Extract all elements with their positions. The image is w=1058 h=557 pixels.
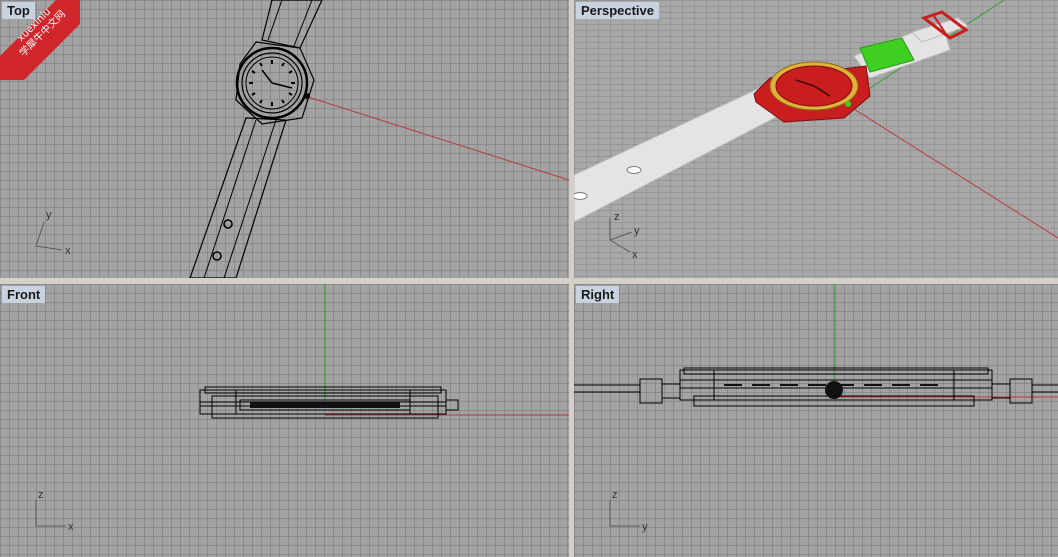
top-wireframe: y x bbox=[35, 0, 569, 278]
crown bbox=[825, 381, 843, 399]
hour-hand bbox=[261, 69, 273, 84]
axis-icon bbox=[609, 500, 640, 527]
axis-icon bbox=[609, 218, 633, 253]
axis-label-x: x bbox=[65, 245, 71, 257]
crown bbox=[304, 93, 310, 99]
strap-hole bbox=[212, 251, 222, 261]
perspective-render: z y x bbox=[574, 0, 1058, 261]
viewport-title-right[interactable]: Right bbox=[576, 286, 620, 303]
axis-label-z: z bbox=[614, 211, 620, 223]
minute-hand bbox=[271, 82, 293, 89]
axis-label-z: z bbox=[612, 489, 618, 501]
axis-label-x: x bbox=[632, 249, 638, 261]
watch-right-outline bbox=[574, 367, 1058, 407]
strap-hole bbox=[574, 192, 588, 200]
viewport-title-perspective[interactable]: Perspective bbox=[576, 2, 659, 19]
front-wireframe: z x bbox=[35, 284, 569, 533]
axis-icon bbox=[35, 221, 63, 251]
axis-label-z: z bbox=[38, 489, 44, 501]
axis-label-x: x bbox=[68, 521, 74, 533]
dial-edge bbox=[250, 402, 400, 408]
viewport-title-front[interactable]: Front bbox=[2, 286, 46, 303]
perspective-viewport[interactable]: z y x Perspective bbox=[574, 0, 1058, 278]
lower-strap bbox=[189, 117, 287, 278]
front-viewport[interactable]: z x Front bbox=[0, 284, 569, 557]
viewport-title-top[interactable]: Top bbox=[2, 2, 35, 19]
strap-lower bbox=[574, 85, 787, 223]
upper-strap-edge2 bbox=[293, 0, 313, 47]
strap-hole bbox=[626, 166, 642, 174]
top-viewport[interactable]: y x Top xuexiniu 学犀牛中文网 bbox=[0, 0, 569, 278]
axis-label-y: y bbox=[642, 521, 648, 533]
right-viewport[interactable]: z y Right bbox=[574, 284, 1058, 557]
axis-icon bbox=[35, 500, 66, 527]
axis-label-y: y bbox=[46, 209, 52, 221]
lower-strap-edge bbox=[203, 119, 257, 278]
crown bbox=[845, 101, 851, 107]
right-wireframe: z y bbox=[574, 284, 1058, 533]
strap-hole bbox=[223, 219, 233, 229]
upper-strap bbox=[261, 0, 323, 49]
axis-label-y: y bbox=[634, 225, 640, 237]
lower-strap-edge2 bbox=[223, 119, 277, 278]
x-axis-line bbox=[304, 95, 569, 181]
x-axis-line bbox=[845, 103, 1058, 239]
